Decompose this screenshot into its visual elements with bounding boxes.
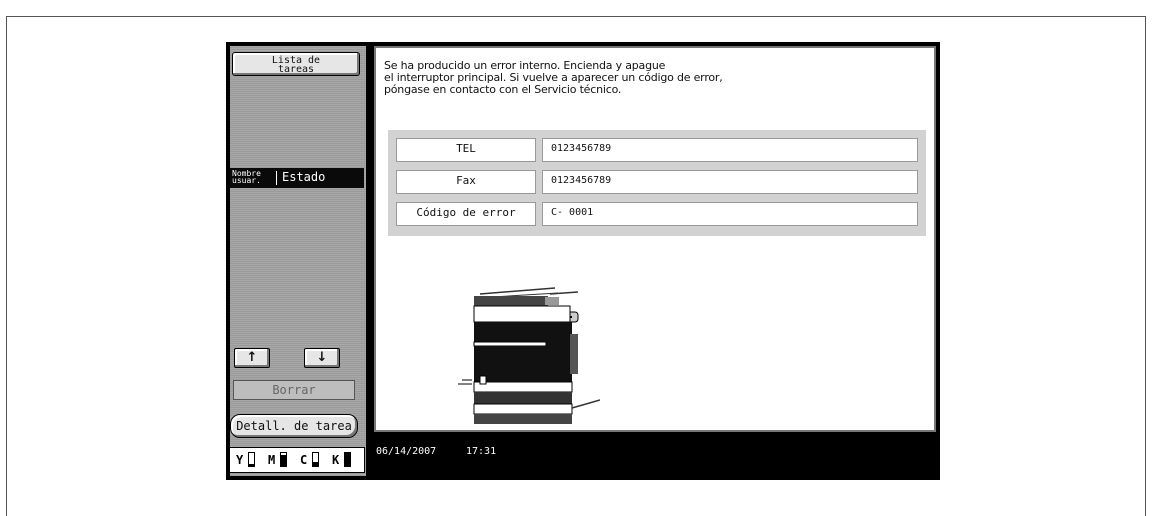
error-code-label: Código de error bbox=[396, 202, 536, 226]
tel-value: 0123456789 bbox=[542, 138, 918, 162]
error-message: Se ha producido un error interno. Encien… bbox=[384, 60, 904, 96]
status-time: 17:31 bbox=[466, 446, 497, 457]
job-list-header: Nombre usuar. Estado bbox=[230, 168, 364, 188]
job-details-button[interactable]: Detall. de tarea bbox=[230, 414, 358, 438]
tel-label: TEL bbox=[396, 138, 536, 162]
toner-k-fill bbox=[345, 453, 350, 466]
status-bar: 06/14/2007 17:31 bbox=[374, 436, 936, 476]
toner-k-bar bbox=[344, 452, 351, 467]
toner-c-bar bbox=[312, 452, 319, 467]
status-header: Estado bbox=[282, 170, 326, 184]
toner-m-fill bbox=[281, 454, 286, 466]
toner-k-label: K bbox=[332, 453, 340, 467]
task-list-label-line2: tareas bbox=[277, 64, 315, 75]
error-message-line3: póngase en contacto con el Servicio técn… bbox=[384, 83, 622, 96]
copier-illustration-icon bbox=[458, 287, 600, 424]
delete-button[interactable]: Borrar bbox=[233, 380, 355, 400]
fax-value: 0123456789 bbox=[542, 170, 918, 194]
toner-y-bar bbox=[248, 452, 255, 467]
fax-label: Fax bbox=[396, 170, 536, 194]
left-panel bbox=[230, 46, 366, 476]
task-list-button[interactable]: Lista de tareas bbox=[232, 52, 360, 76]
status-date: 06/14/2007 bbox=[376, 446, 437, 457]
arrow-down-icon: ↓ bbox=[316, 350, 328, 365]
scroll-down-button[interactable]: ↓ bbox=[304, 348, 340, 368]
arrow-up-icon: ↑ bbox=[246, 350, 258, 365]
scroll-up-button[interactable]: ↑ bbox=[234, 348, 270, 368]
header-divider bbox=[276, 171, 277, 185]
user-name-header: Nombre usuar. bbox=[232, 170, 261, 185]
toner-m-bar bbox=[280, 452, 287, 467]
toner-levels: Y M C K bbox=[229, 447, 365, 473]
toner-m-label: M bbox=[268, 453, 276, 467]
user-name-header-line2: usuar. bbox=[232, 176, 261, 185]
toner-c-label: C bbox=[300, 453, 308, 467]
error-code-value: C- 0001 bbox=[542, 202, 918, 226]
toner-y-label: Y bbox=[236, 453, 244, 467]
toner-y-fill bbox=[249, 464, 254, 466]
toner-c-fill bbox=[313, 462, 318, 466]
